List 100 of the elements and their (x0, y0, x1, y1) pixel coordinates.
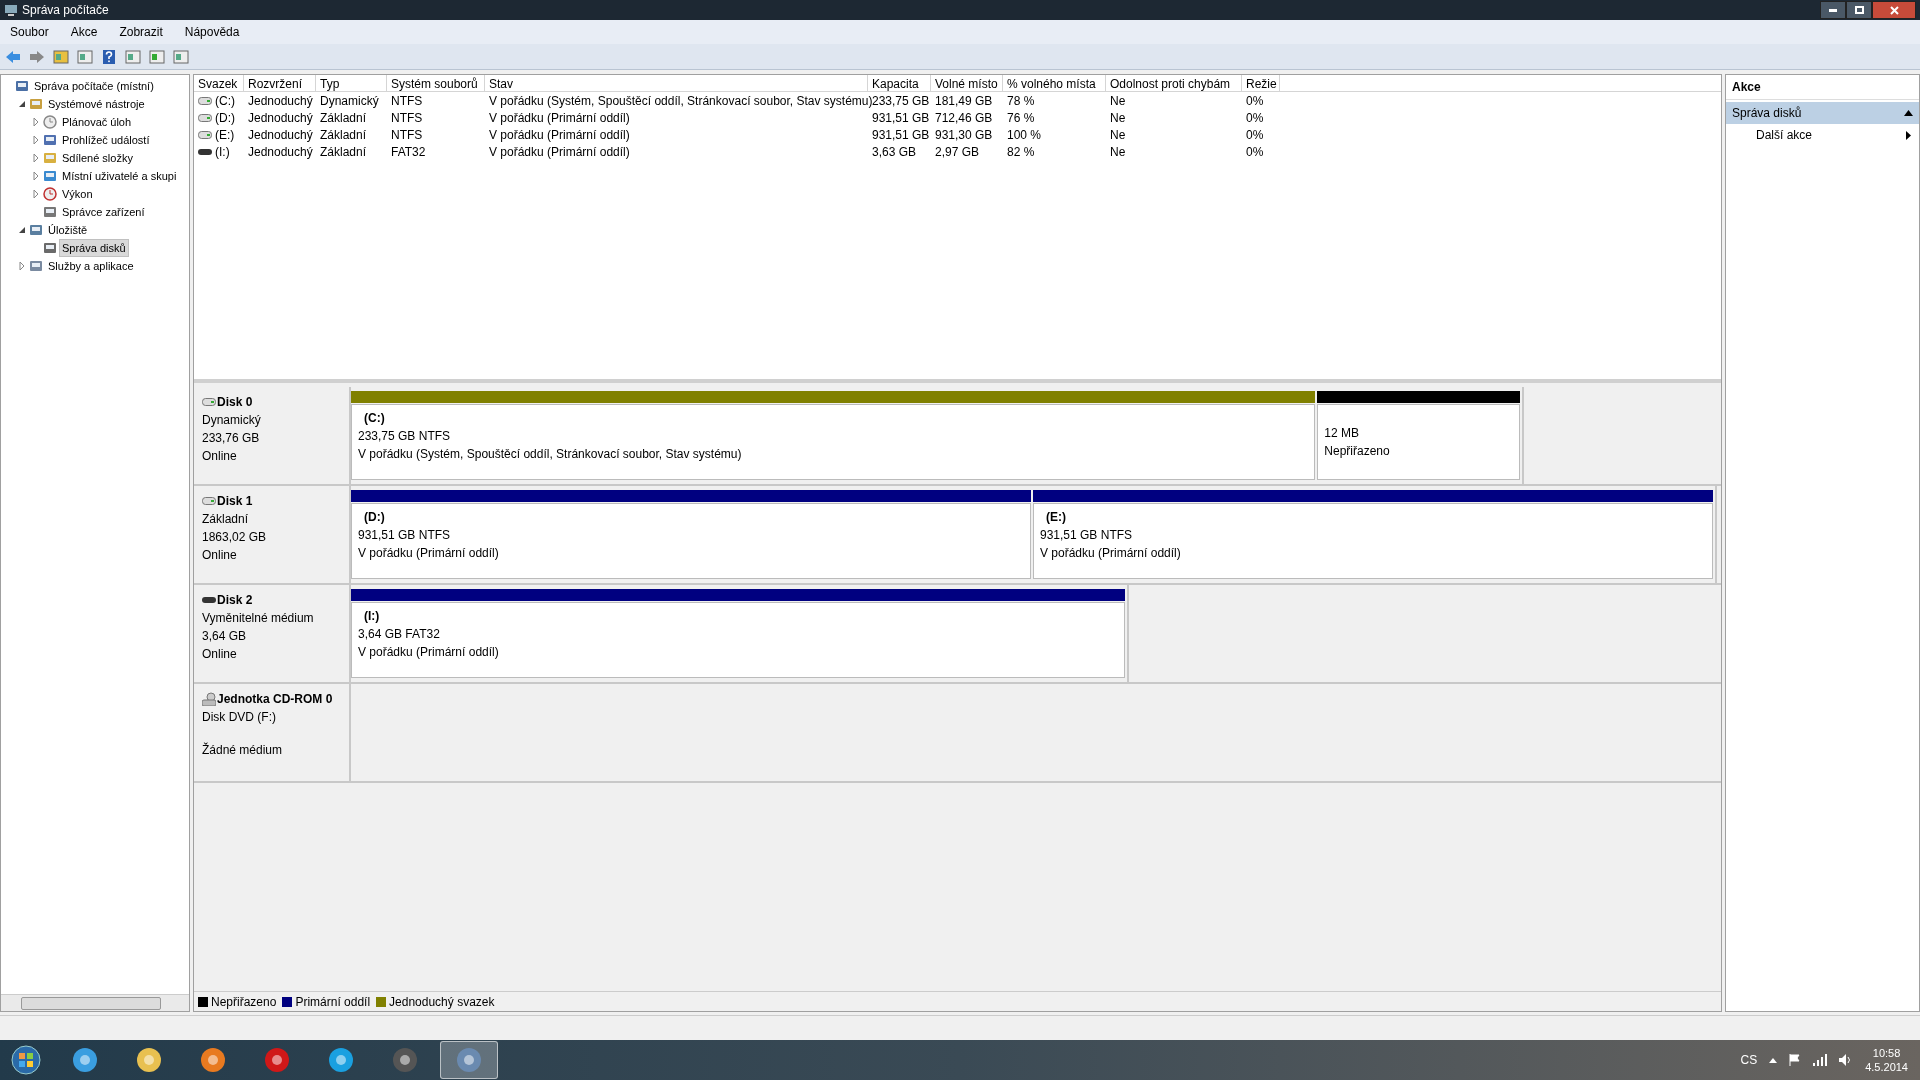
partition-info: V pořádku (Primární oddíl) (358, 545, 500, 562)
tree-item[interactable]: Výkon (59, 184, 96, 204)
table-cell-text: 0% (1246, 92, 1264, 110)
tree-item[interactable]: Správce zařízení (59, 202, 148, 222)
column-header[interactable]: Systém souborů (387, 75, 485, 91)
disk-status: Online (202, 547, 238, 564)
table-cell-text: Základní (320, 143, 367, 161)
tree-item[interactable]: Úložiště (45, 220, 91, 240)
tree-item[interactable]: Systémové nástroje (45, 94, 148, 114)
table-cell-text: (C:) (215, 92, 235, 110)
partition-info: 3,64 GB FAT32 (358, 626, 441, 643)
table-cell-text: V pořádku (Primární oddíl) (489, 143, 630, 161)
table-cell-text: V pořádku (Primární oddíl) (489, 126, 630, 144)
table-cell-text: Jednoduchý (248, 109, 313, 127)
table-cell-text: 0% (1246, 109, 1264, 127)
tree-item[interactable]: Místní uživatelé a skupi (59, 166, 180, 186)
partition-letter: (C:) (363, 410, 386, 427)
disk-info: Vyměnitelné médium (202, 610, 315, 627)
table-cell-text: Ne (1110, 109, 1126, 127)
clock[interactable]: 10:58 4.5.2014 (1865, 1046, 1908, 1074)
table-cell-text: 181,49 GB (935, 92, 993, 110)
table-cell-text: V pořádku (Primární oddíl) (489, 109, 630, 127)
disk-info: Dynamický (202, 412, 262, 429)
table-cell-text: 2,97 GB (935, 143, 980, 161)
action-item[interactable]: Další akce (1726, 124, 1919, 146)
partition-info: V pořádku (Systém, Spouštěcí oddíl, Stránkovací soubor, Stav systému) (358, 446, 743, 463)
disk-label-panel[interactable]: Jednotka CD-ROM 0 Disk DVD (F:) Žádné médium (194, 684, 351, 781)
disk-status: Online (202, 448, 238, 465)
table-cell-text: Ne (1110, 126, 1126, 144)
table-cell-text: 3,63 GB (872, 143, 917, 161)
column-header[interactable]: Odolnost proti chybám (1106, 75, 1242, 91)
column-header[interactable]: Kapacita (868, 75, 931, 91)
table-cell-text: Dynamický (320, 92, 379, 110)
partition-info: V pořádku (Primární oddíl) (358, 644, 500, 661)
table-cell-text: Ne (1110, 92, 1126, 110)
column-header[interactable]: % volného místa (1003, 75, 1106, 91)
window-title: Správa počítače (22, 2, 109, 19)
disk-name: Disk 2 (217, 592, 253, 609)
partition-info: 931,51 GB NTFS (1040, 527, 1134, 544)
disk-info: 1863,02 GB (202, 529, 268, 546)
legend-label: Primární oddíl (295, 993, 371, 1011)
disk-name: Jednotka CD-ROM 0 (217, 691, 333, 708)
partition-info: 233,75 GB NTFS (358, 428, 452, 445)
table-cell-text: 78 % (1007, 92, 1035, 110)
menu-item[interactable]: Soubor (6, 23, 53, 41)
column-header[interactable]: Typ (316, 75, 387, 91)
disk-name: Disk 0 (217, 394, 253, 411)
legend-label: Nepřiřazeno (211, 993, 277, 1011)
table-cell-text: FAT32 (391, 143, 426, 161)
table-cell-text: Ne (1110, 143, 1126, 161)
tree-item[interactable]: Služby a aplikace (45, 256, 137, 276)
menu-item[interactable]: Zobrazit (115, 23, 167, 41)
column-header[interactable]: Režie (1242, 75, 1280, 91)
column-header[interactable]: Stav (485, 75, 868, 91)
legend-label: Jednoduchý svazek (389, 993, 495, 1011)
column-header[interactable]: Svazek (194, 75, 244, 91)
tree-item[interactable]: Sdílené složky (59, 148, 136, 168)
actions-header: Akce (1726, 75, 1919, 100)
disk-info: 3,64 GB (202, 628, 248, 645)
language-indicator[interactable]: CS (1740, 1051, 1758, 1069)
partition-letter: (E:) (1045, 509, 1067, 526)
table-cell-text: (I:) (215, 143, 230, 161)
table-cell-text: 931,51 GB (872, 126, 930, 144)
table-cell-text: 931,51 GB (872, 109, 930, 127)
table-cell-text: Jednoduchý (248, 143, 313, 161)
actions-section[interactable]: Správa disků (1726, 102, 1919, 124)
table-cell-text: 76 % (1007, 109, 1035, 127)
table-cell-text: 100 % (1007, 126, 1042, 144)
table-cell-text: NTFS (391, 109, 423, 127)
table-cell-text: Základní (320, 126, 367, 144)
disk-info: Disk DVD (F:) (202, 709, 277, 726)
table-cell-text: (E:) (215, 126, 235, 144)
tree-item[interactable]: Správa disků (59, 238, 129, 258)
table-cell-text: Jednoduchý (248, 126, 313, 144)
partition-info: Nepřiřazeno (1324, 443, 1391, 460)
table-cell-text: (D:) (215, 109, 235, 127)
partition-letter: (D:) (363, 509, 386, 526)
table-cell-text: V pořádku (Systém, Spouštěcí oddíl, Stránkovací soubor, Stav systému) (489, 92, 873, 110)
tree-item[interactable]: Správa počítače (místní) (31, 76, 157, 96)
partition-info: 12 MB (1324, 425, 1361, 442)
table-cell-text: 82 % (1007, 143, 1035, 161)
column-header[interactable]: Volné místo (931, 75, 1003, 91)
tree-item[interactable]: Plánovač úloh (59, 112, 135, 132)
disk-status: Žádné médium (202, 741, 284, 759)
table-cell-text: 931,30 GB (935, 126, 993, 144)
partition-info: V pořádku (Primární oddíl) (1040, 545, 1182, 562)
tree-item[interactable]: Prohlížeč událostí (59, 130, 153, 150)
table-cell-text: Základní (320, 109, 367, 127)
menu-item[interactable]: Akce (66, 23, 102, 41)
column-header[interactable]: Rozvržení (244, 75, 316, 91)
disk-info: 233,76 GB (202, 430, 261, 447)
section-title: Správa disků (1732, 105, 1802, 122)
disk-status: Online (202, 646, 238, 663)
table-cell-text: NTFS (391, 126, 423, 144)
table-cell-text: 712,46 GB (935, 109, 993, 127)
table-cell-text: Jednoduchý (248, 92, 313, 110)
menu-item[interactable]: Nápověda (180, 23, 244, 41)
partition-letter: (I:) (363, 608, 381, 625)
partition-info: 931,51 GB NTFS (358, 527, 452, 544)
table-cell-text: 233,75 GB (872, 92, 930, 110)
